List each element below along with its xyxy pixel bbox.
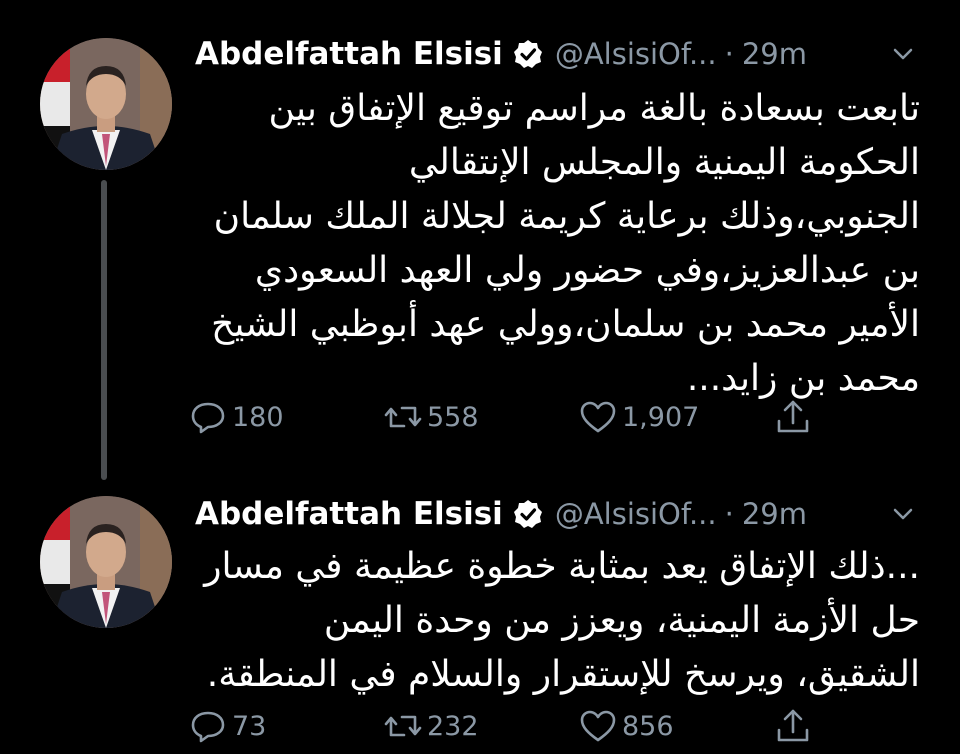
share-icon [777, 709, 809, 742]
tweet-text-line: الحكومة اليمنية والمجلس الإنتقالي [408, 142, 920, 183]
tweet-text-line: الشقيق، ويرسخ للإستقرار والسلام في المنط… [206, 654, 920, 695]
share-button[interactable] [773, 397, 817, 437]
display-name[interactable]: Abdelfattah Elsisi [195, 496, 503, 532]
retweet-count: 232 [427, 710, 479, 742]
user-handle[interactable]: @AlsisiOf... [555, 497, 717, 531]
tweet-text-line: الجنوبي،وذلك برعاية كريمة لجلالة الملك س… [213, 196, 920, 237]
tweet-text-line: ...ذلك الإتفاق يعد بمثابة خطوة عظيمة في … [204, 546, 920, 587]
reply-count: 73 [232, 710, 267, 742]
share-icon [777, 400, 809, 433]
user-handle[interactable]: @AlsisiOf... [555, 37, 717, 71]
display-name[interactable]: Abdelfattah Elsisi [195, 36, 503, 72]
tweet-text-line: حل الأزمة اليمنية، ويعزز من وحدة اليمن [323, 600, 920, 641]
retweet-icon [384, 715, 422, 737]
tweet-text: ...ذلك الإتفاق يعد بمثابة خطوة عظيمة في … [188, 540, 920, 702]
timestamp[interactable]: 29m [742, 37, 807, 71]
timestamp[interactable]: 29m [742, 497, 807, 531]
chevron-down-icon[interactable] [890, 41, 916, 67]
tweet-actions: 73 232 856 [188, 704, 828, 748]
thread-connector-line [101, 180, 107, 480]
avatar[interactable] [40, 496, 172, 628]
tweet-1[interactable]: Abdelfattah Elsisi @AlsisiOf... · 29m تا… [0, 0, 960, 480]
verified-badge-icon [513, 500, 542, 528]
tweet-header: Abdelfattah Elsisi @AlsisiOf... · 29m [195, 492, 920, 536]
tweet-header: Abdelfattah Elsisi @AlsisiOf... · 29m [195, 32, 920, 76]
separator-dot: · [724, 37, 734, 71]
reply-button[interactable]: 73 [188, 706, 266, 746]
retweet-button[interactable]: 232 [383, 706, 479, 746]
reply-icon [191, 402, 225, 434]
tweet-text-line: بن عبدالعزيز،وفي حضور ولي العهد السعودي [254, 250, 920, 291]
share-button[interactable] [773, 706, 817, 746]
tweet-text: تابعت بسعادة بالغة مراسم توقيع الإتفاق ب… [188, 82, 920, 406]
heart-icon [580, 710, 616, 742]
retweet-count: 558 [427, 401, 479, 433]
tweet-actions: 180 558 1,907 [188, 395, 828, 439]
like-count: 1,907 [622, 401, 700, 433]
chevron-down-icon[interactable] [890, 501, 916, 527]
like-button[interactable]: 1,907 [578, 397, 699, 437]
retweet-icon [384, 406, 422, 428]
avatar[interactable] [40, 38, 172, 170]
reply-button[interactable]: 180 [188, 397, 284, 437]
separator-dot: · [724, 497, 734, 531]
tweet-2[interactable]: Abdelfattah Elsisi @AlsisiOf... · 29m ..… [0, 470, 960, 754]
verified-badge-icon [513, 40, 542, 68]
like-count: 856 [622, 710, 674, 742]
heart-icon [580, 401, 616, 433]
reply-count: 180 [232, 401, 284, 433]
retweet-button[interactable]: 558 [383, 397, 479, 437]
tweet-text-line: الأمير محمد بن سلمان،وولي عهد أبوظبي الش… [211, 304, 920, 345]
reply-icon [191, 711, 225, 743]
tweet-text-line: تابعت بسعادة بالغة مراسم توقيع الإتفاق ب… [268, 88, 920, 129]
like-button[interactable]: 856 [578, 706, 674, 746]
